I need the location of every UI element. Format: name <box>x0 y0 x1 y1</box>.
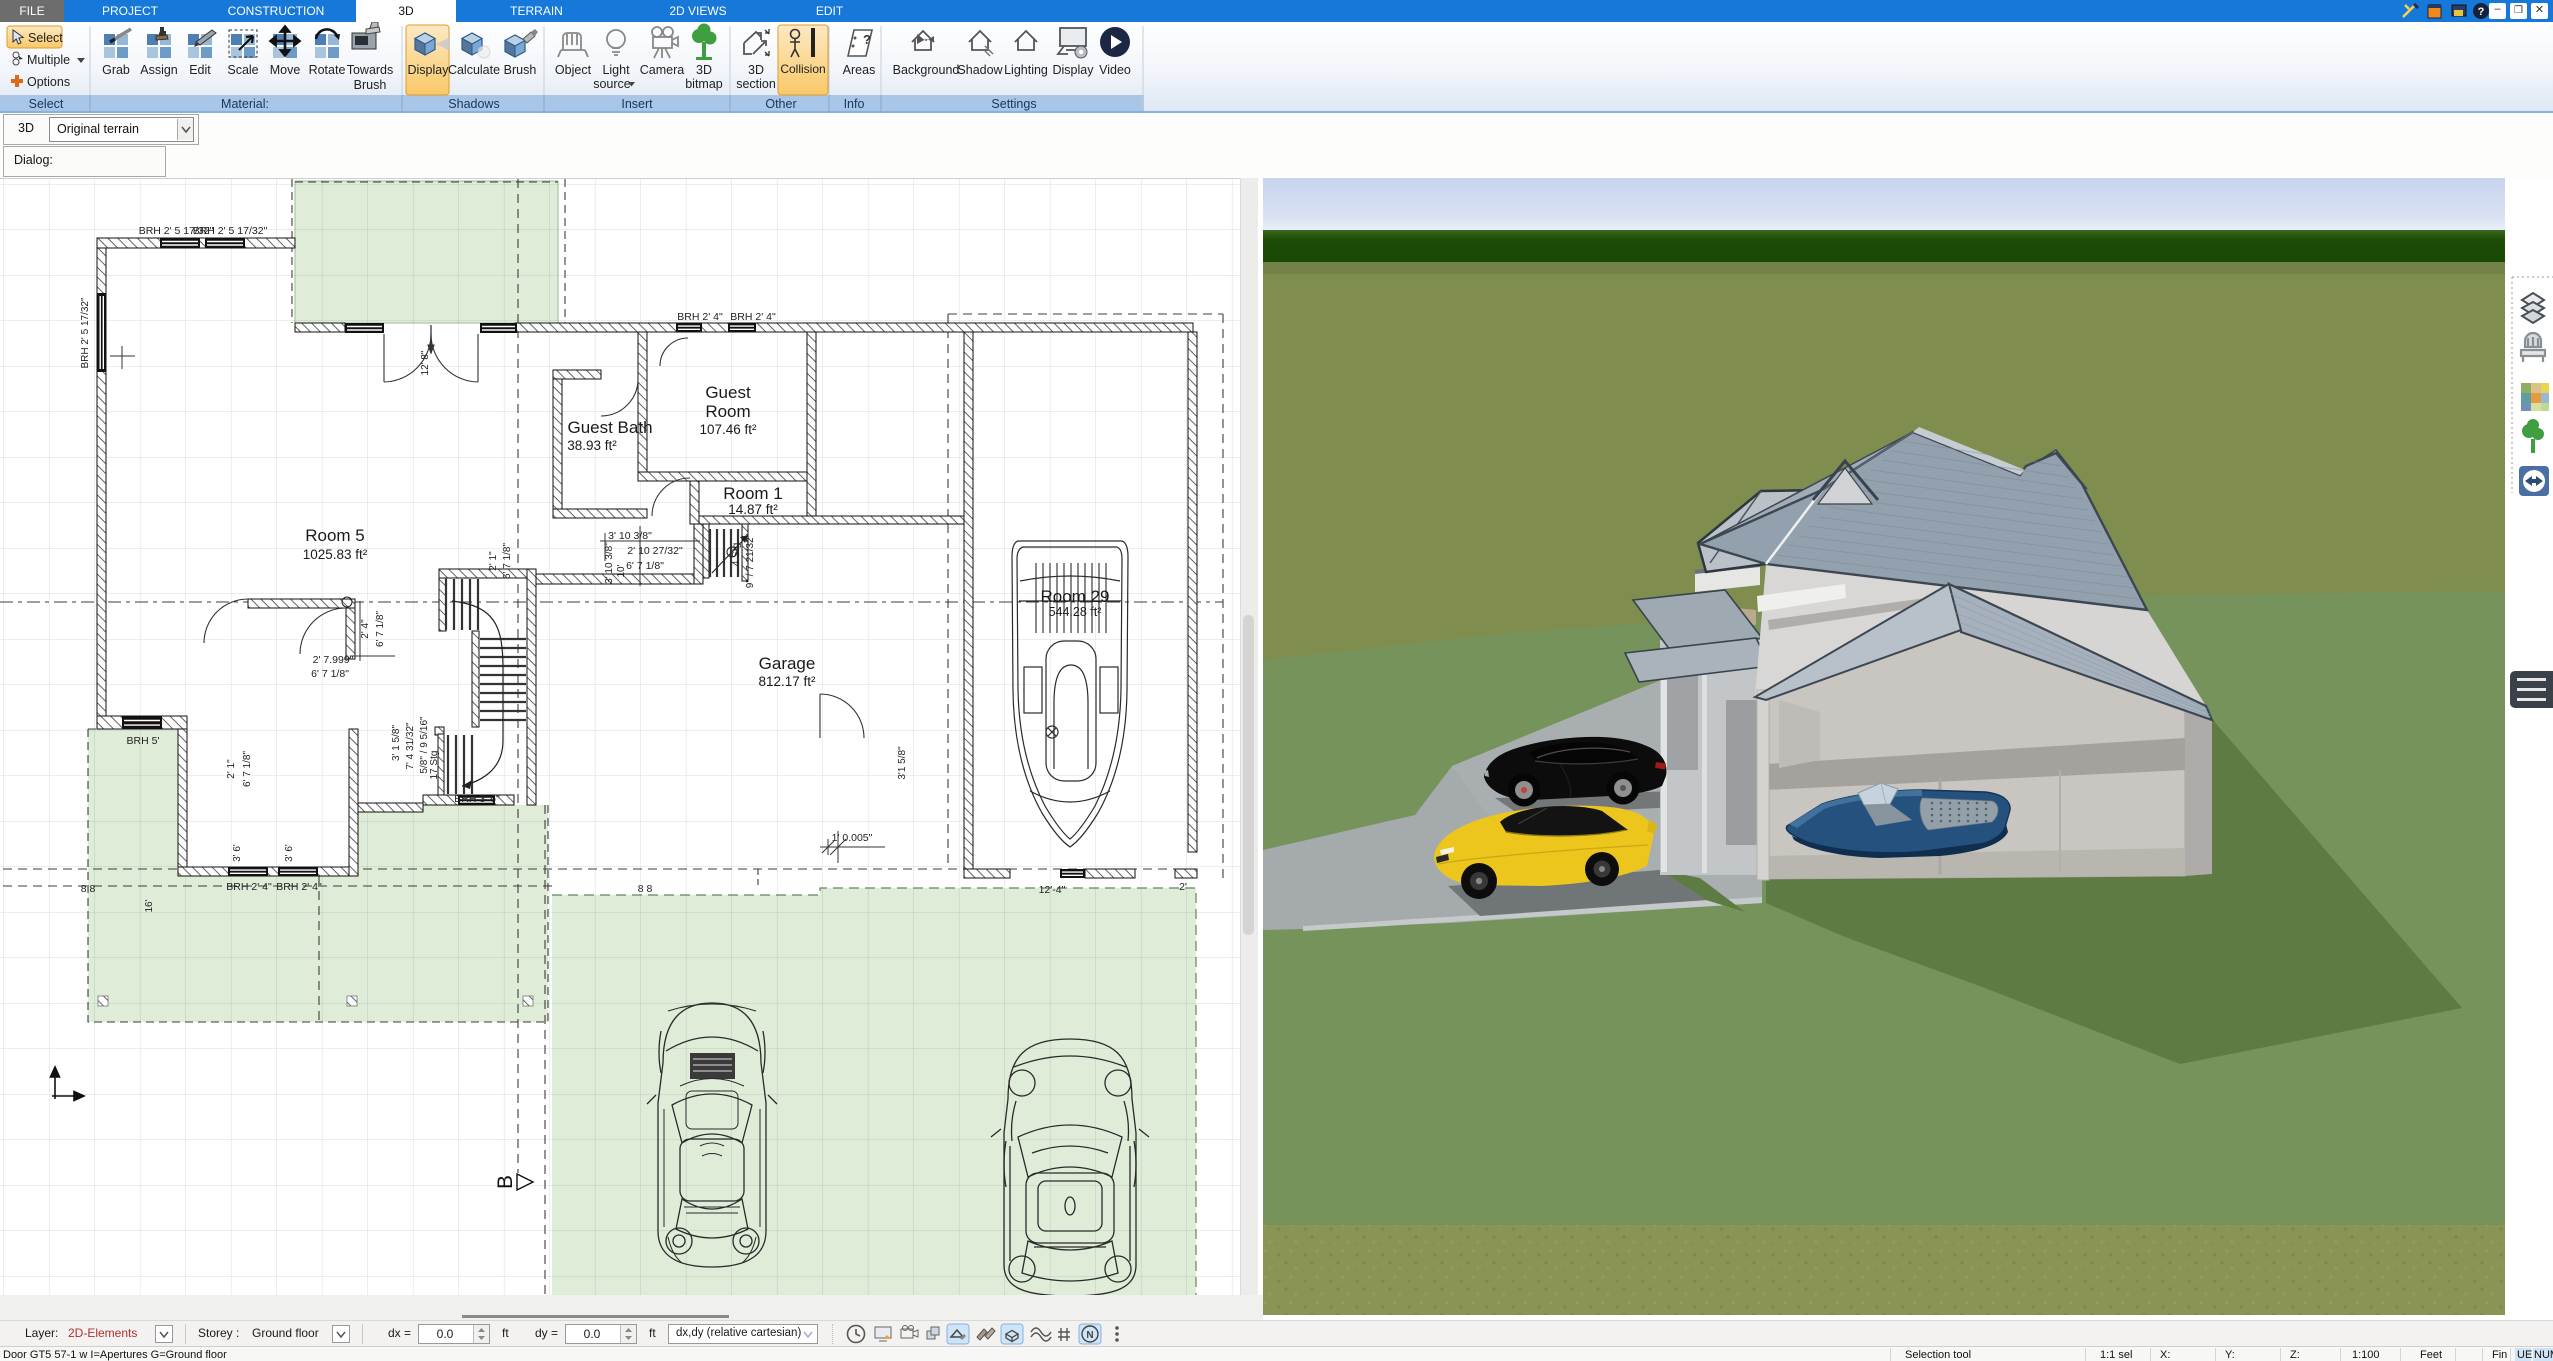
svg-text:7' 4 31/32": 7' 4 31/32" <box>405 722 416 770</box>
svg-text:8 8: 8 8 <box>81 883 96 895</box>
svg-text:3' 6': 3' 6' <box>284 844 295 862</box>
svg-text:14.87 ft²: 14.87 ft² <box>728 502 778 517</box>
svg-text:Lighting: Lighting <box>1004 63 1048 77</box>
svg-text:107.46 ft²: 107.46 ft² <box>699 422 757 437</box>
svg-text:Display: Display <box>408 63 450 77</box>
svg-text:2' 4": 2' 4" <box>360 619 371 639</box>
svg-text:2' 7.999": 2' 7.999" <box>313 654 354 666</box>
svg-text:Edit: Edit <box>189 63 211 77</box>
svg-text:3' 10 3/8": 3' 10 3/8" <box>608 530 652 542</box>
svg-text:BRH 2' 5 17/32": BRH 2' 5 17/32" <box>80 297 91 369</box>
svg-text:Select: Select <box>29 97 64 111</box>
svg-text:section: section <box>736 77 776 91</box>
svg-text:2': 2' <box>1179 881 1187 893</box>
svg-text:2' 10 27/32": 2' 10 27/32" <box>627 545 683 557</box>
svg-text:3D: 3D <box>696 63 712 77</box>
svg-text:Room 29: Room 29 <box>1041 587 1110 606</box>
svg-text:16': 16' <box>144 899 155 912</box>
svg-text:3' 6': 3' 6' <box>232 844 243 862</box>
svg-text:?: ? <box>863 32 871 47</box>
svg-text:Areas: Areas <box>843 63 876 77</box>
svg-text:Settings: Settings <box>991 97 1036 111</box>
svg-text:Display: Display <box>1053 63 1095 77</box>
svg-text:B: B <box>494 1175 517 1189</box>
svg-text:Guest: Guest <box>705 383 751 402</box>
svg-text:3' 1 5/8": 3' 1 5/8" <box>391 725 402 761</box>
svg-text:Garage: Garage <box>759 654 816 673</box>
svg-text:4 Stg.: 4 Stg. <box>731 540 742 566</box>
svg-text:6' 7 1/8": 6' 7 1/8" <box>375 611 386 647</box>
svg-text:9" / 7 21/32": 9" / 7 21/32" <box>745 533 756 588</box>
svg-text:1025.83 ft²: 1025.83 ft² <box>303 547 368 562</box>
svg-text:Room 1: Room 1 <box>723 484 783 503</box>
svg-text:Shadow: Shadow <box>957 63 1003 77</box>
svg-text:Room: Room <box>705 402 750 421</box>
svg-text:Camera: Camera <box>640 63 685 77</box>
svg-text:812.17 ft²: 812.17 ft² <box>758 674 816 689</box>
svg-text:Info: Info <box>844 97 865 111</box>
svg-text:38.93 ft²: 38.93 ft² <box>567 438 617 453</box>
svg-text:8 8: 8 8 <box>638 883 653 895</box>
svg-text:6' 7 1/8": 6' 7 1/8" <box>626 560 664 572</box>
svg-text:Room 5: Room 5 <box>305 526 365 545</box>
svg-text:Collision: Collision <box>780 62 825 76</box>
svg-text:Other: Other <box>765 97 796 111</box>
svg-text:Towards: Towards <box>347 63 394 77</box>
svg-text:Light: Light <box>602 63 630 77</box>
svg-text:BRH 2' 4": BRH 2' 4" <box>730 311 776 323</box>
svg-text:bitmap: bitmap <box>685 77 723 91</box>
svg-text:Shadows: Shadows <box>448 97 499 111</box>
svg-text:Object: Object <box>555 63 592 77</box>
svg-text:17 Stg: 17 Stg <box>429 751 440 780</box>
svg-text:source: source <box>593 77 631 91</box>
svg-text:6' 7 1/8": 6' 7 1/8" <box>502 543 513 579</box>
svg-text:Calculate: Calculate <box>448 63 500 77</box>
svg-text:3'1 5/8": 3'1 5/8" <box>897 746 908 780</box>
svg-text:6' 7 1/8": 6' 7 1/8" <box>311 668 349 680</box>
svg-text:BRH 5': BRH 5' <box>127 735 160 747</box>
svg-text:544.28 ft²: 544.28 ft² <box>1049 605 1102 619</box>
svg-text:Rotate: Rotate <box>309 63 346 77</box>
svg-text:BRH 2' 4": BRH 2' 4" <box>677 311 723 323</box>
svg-text:Video: Video <box>1099 63 1131 77</box>
svg-text:3' 10 3/8": 3' 10 3/8" <box>604 542 615 584</box>
svg-text:Grab: Grab <box>102 63 130 77</box>
svg-text:12' 8": 12' 8" <box>420 350 431 375</box>
svg-text:6' 7 1/8": 6' 7 1/8" <box>242 751 253 787</box>
svg-text:Background: Background <box>893 63 960 77</box>
svg-text:Brush: Brush <box>354 78 387 92</box>
svg-text:Assign: Assign <box>140 63 178 77</box>
svg-text:Insert: Insert <box>621 97 653 111</box>
svg-text:Scale: Scale <box>227 63 258 77</box>
svg-text:Brush: Brush <box>504 63 537 77</box>
svg-text:Move: Move <box>270 63 301 77</box>
svg-text:Guest Bath: Guest Bath <box>567 418 652 437</box>
svg-text:BRH 3' 6": BRH 3' 6" <box>454 793 500 805</box>
svg-text:2' 1": 2' 1" <box>226 759 237 779</box>
svg-text:3D: 3D <box>748 63 764 77</box>
svg-text:10': 10' <box>616 564 627 577</box>
svg-text:BRH 2' 4": BRH 2' 4" <box>226 881 272 893</box>
svg-text:Multiple: Multiple <box>27 53 70 67</box>
svg-text:?: ? <box>2478 6 2485 18</box>
svg-text:BRH 2' 5 17/32": BRH 2' 5 17/32" <box>193 225 268 237</box>
svg-text:Options: Options <box>27 75 70 89</box>
svg-text:Material:: Material: <box>221 97 269 111</box>
svg-text:Select: Select <box>28 31 63 45</box>
svg-text:2' 1": 2' 1" <box>488 551 499 571</box>
svg-text:N: N <box>1086 1330 1093 1341</box>
svg-text:BRH 2' 4": BRH 2' 4" <box>276 881 322 893</box>
svg-text:12'-4": 12'-4" <box>1039 884 1066 896</box>
